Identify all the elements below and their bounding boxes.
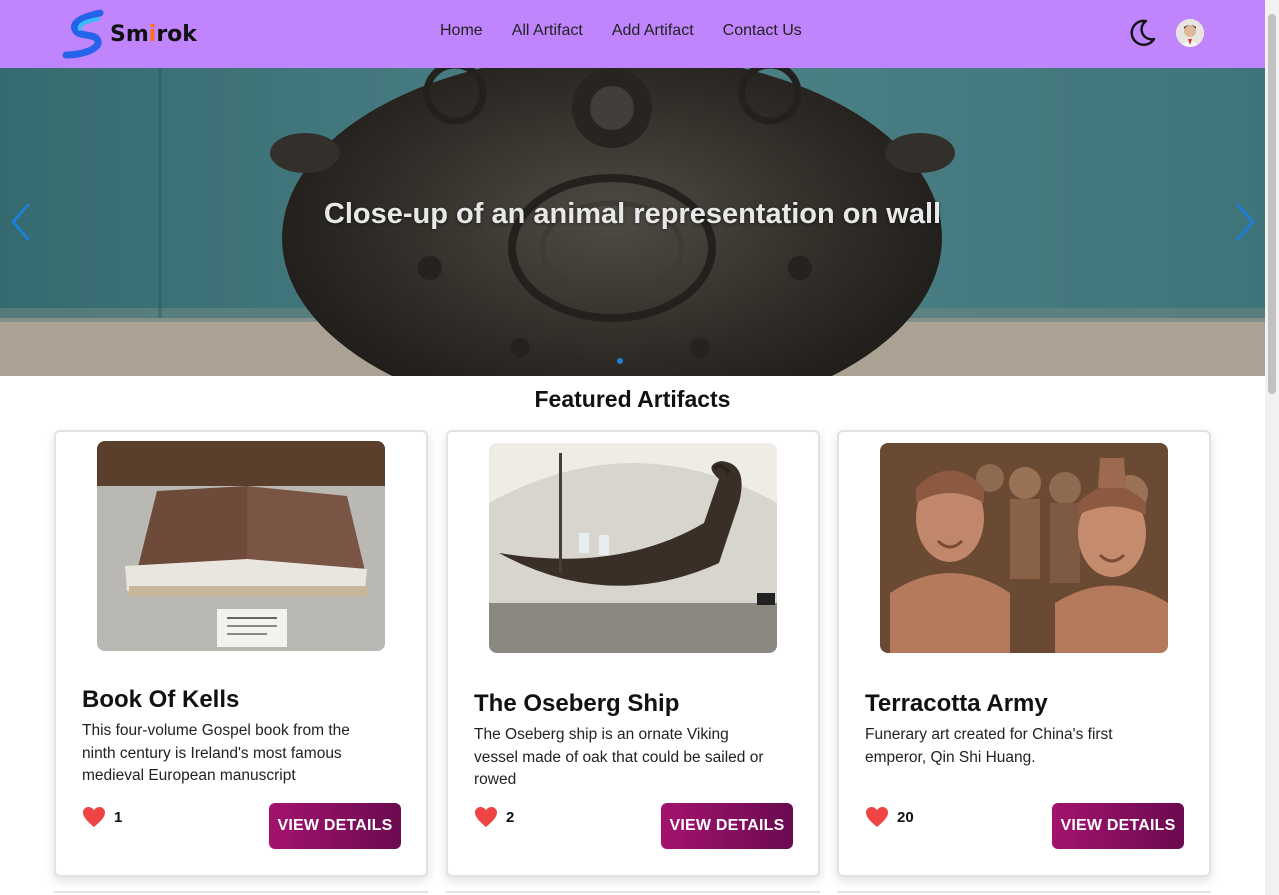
scrollbar-thumb[interactable] [1268,14,1276,394]
card-description: This four-volume Gospel book from the ni… [82,722,350,784]
heart-icon [83,807,105,827]
navbar: Smirok Home All Artifact Add Artifact Co… [0,0,1265,68]
book-image [97,441,385,651]
like-count: 20 [897,808,914,826]
card-description: Funerary art created for China's first e… [865,726,1113,766]
like-count: 2 [506,808,515,826]
artifact-card: The Oseberg Ship The Oseberg ship is an … [446,430,820,877]
carousel-dot-active[interactable] [617,358,623,364]
logo-mark-icon [62,9,104,59]
heart-icon [475,807,497,827]
statues-image [880,443,1168,653]
nav-link-home[interactable]: Home [440,22,483,40]
heart-icon [866,807,888,827]
nav-link-all-artifact[interactable]: All Artifact [512,22,583,40]
nav-link-add-artifact[interactable]: Add Artifact [612,22,694,40]
artifact-card: Book Of Kells This four-volume Gospel bo… [54,430,428,877]
user-avatar[interactable] [1176,19,1204,47]
nav-link-contact-us[interactable]: Contact Us [723,22,802,40]
artifact-card: Terracotta Army Funerary art created for… [837,430,1211,877]
view-details-button[interactable]: VIEW DETAILS [1052,803,1184,849]
like-button[interactable]: 20 [865,806,914,828]
like-count: 1 [114,808,123,826]
main-nav: Home All Artifact Add Artifact Contact U… [440,22,831,40]
card-peek [446,891,820,895]
avatar-icon [1176,19,1204,47]
card-peek [837,891,1211,895]
like-button[interactable]: 1 [82,806,122,828]
brand-name: Smirok [110,21,197,47]
view-details-button[interactable]: VIEW DETAILS [269,803,401,849]
view-details-button[interactable]: VIEW DETAILS [661,803,793,849]
chevron-left-icon[interactable] [8,202,32,242]
like-button[interactable]: 2 [474,806,514,828]
section-title: Featured Artifacts [534,386,731,412]
card-title: Terracotta Army [865,690,1048,717]
page-scrollbar[interactable] [1265,0,1279,895]
moon-icon[interactable] [1126,17,1158,49]
card-peek [54,891,428,895]
card-title: The Oseberg Ship [474,690,680,717]
card-description: The Oseberg ship is an ornate Viking ves… [474,726,764,788]
hero-carousel: Close-up of an animal representation on … [0,68,1265,376]
hero-caption: Close-up of an animal representation on … [323,198,942,230]
brand-logo[interactable]: Smirok [62,8,197,60]
ship-image [489,443,777,653]
card-title: Book Of Kells [82,686,240,713]
chevron-right-icon[interactable] [1234,202,1258,242]
